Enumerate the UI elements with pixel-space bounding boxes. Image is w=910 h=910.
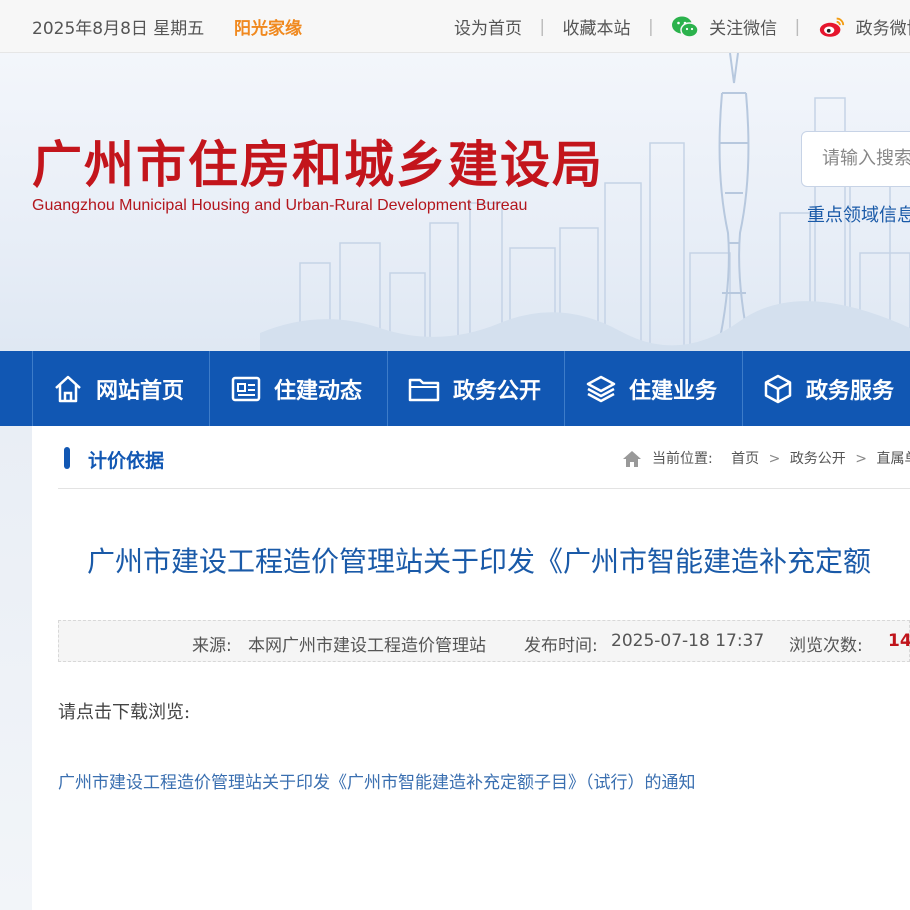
source-label: 来源:: [192, 636, 232, 656]
site-subtitle: Guangzhou Municipal Housing and Urban-Ru…: [32, 197, 528, 214]
nav-item-services[interactable]: 政务服务: [762, 351, 894, 426]
bookmark-link[interactable]: 收藏本站: [563, 14, 631, 39]
breadcrumb-separator: >: [855, 451, 867, 467]
main-nav: 网站首页 住建动态 政务公开 住建业务 政务服务: [0, 351, 910, 426]
search-input[interactable]: 请输入搜索: [801, 131, 910, 187]
cube-icon: [764, 374, 792, 403]
divider: [58, 488, 910, 489]
folder-icon: [408, 378, 440, 401]
set-home-link[interactable]: 设为首页: [454, 14, 522, 39]
wechat-icon: [672, 16, 699, 38]
home-icon: [55, 375, 81, 402]
content-panel: [32, 426, 910, 910]
views-label: 浏览次数:: [789, 636, 863, 656]
nav-label: 住建动态: [274, 378, 363, 404]
nav-item-home[interactable]: 网站首页: [52, 351, 184, 426]
top-bar: 2025年8月8日 星期五 阳光家缘 设为首页 | 收藏本站 | 关注微信 | …: [0, 0, 910, 53]
home-icon: [623, 451, 641, 467]
separator: |: [647, 16, 654, 37]
download-prompt: 请点击下载浏览:: [58, 702, 191, 723]
top-links: 设为首页 | 收藏本站 | 关注微信 | 政务微博: [454, 14, 910, 39]
nav-label: 政务公开: [453, 378, 542, 404]
sunshine-home-link[interactable]: 阳光家缘: [234, 14, 302, 39]
breadcrumb-separator: >: [768, 451, 781, 467]
section-marker: [64, 447, 70, 469]
wechat-label: 关注微信: [709, 19, 778, 39]
weibo-link[interactable]: 政务微博: [818, 14, 910, 39]
publish-time-value: 2025-07-18 17:37: [611, 631, 765, 651]
breadcrumb-item-unit[interactable]: 直属单: [876, 451, 910, 467]
nav-label: 网站首页: [96, 378, 185, 404]
header-banner: 广州市住房和城乡建设局 Guangzhou Municipal Housing …: [0, 53, 910, 351]
site-title: 广州市住房和城乡建设局: [32, 136, 604, 194]
source-value: 本网广州市建设工程造价管理站: [248, 636, 486, 656]
nav-label: 政务服务: [806, 378, 895, 404]
news-icon: [231, 376, 261, 401]
weibo-icon: [819, 17, 844, 37]
section-title: 计价依据: [88, 450, 165, 472]
breadcrumb-prefix: 当前位置:: [652, 451, 713, 467]
layers-icon: [586, 375, 616, 402]
wechat-link[interactable]: 关注微信: [671, 14, 777, 39]
nav-item-gov-affairs[interactable]: 政务公开: [407, 351, 541, 426]
breadcrumb-item-gov-affairs[interactable]: 政务公开: [790, 451, 846, 467]
nav-item-business[interactable]: 住建业务: [585, 351, 717, 426]
separator: |: [794, 16, 801, 37]
weibo-label: 政务微博: [855, 19, 910, 39]
nav-label: 住建业务: [629, 378, 718, 404]
nav-divider: [32, 351, 33, 426]
nav-divider: [742, 351, 743, 426]
separator: |: [539, 16, 546, 37]
views-count: 14: [888, 631, 910, 651]
breadcrumb: 当前位置: 首页 > 政务公开 > 直属单: [622, 448, 910, 468]
article-title: 广州市建设工程造价管理站关于印发《广州市智能建造补充定额: [87, 545, 872, 578]
breadcrumb-item-home[interactable]: 首页: [731, 451, 759, 467]
key-area-info-link[interactable]: 重点领域信息: [807, 201, 910, 227]
nav-item-news[interactable]: 住建动态: [230, 351, 362, 426]
current-date: 2025年8月8日 星期五: [32, 19, 205, 39]
publish-time-label: 发布时间:: [524, 636, 598, 656]
attachment-link[interactable]: 广州市建设工程造价管理站关于印发《广州市智能建造补充定额子目》（试行）的通知: [58, 768, 696, 793]
nav-divider: [387, 351, 388, 426]
nav-divider: [209, 351, 210, 426]
nav-divider: [564, 351, 565, 426]
